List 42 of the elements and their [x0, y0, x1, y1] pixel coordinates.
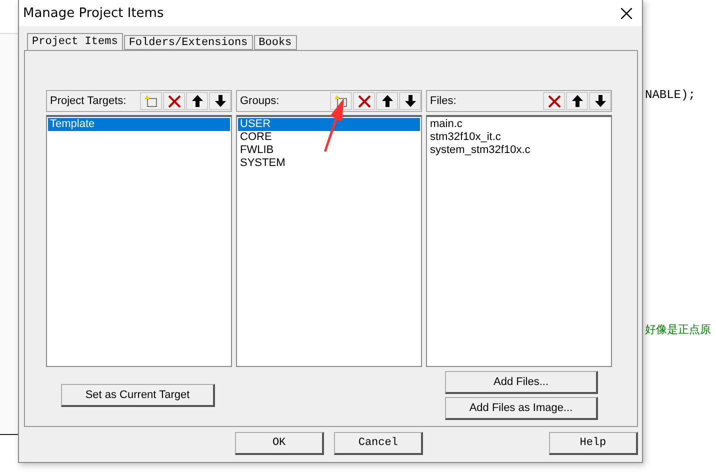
list-label: Groups:	[240, 95, 280, 107]
list-item[interactable]: system_stm32f10x.c	[428, 144, 610, 157]
up-arrow-icon	[192, 95, 202, 107]
close-icon[interactable]	[621, 8, 632, 18]
list-item[interactable]: CORE	[238, 131, 420, 144]
toolbar-button[interactable]	[566, 92, 588, 110]
add-files-button[interactable]: Add Files...	[445, 371, 598, 394]
list-item[interactable]: main.c	[428, 118, 610, 131]
ok-button[interactable]: OK	[235, 432, 324, 455]
delete-icon	[358, 94, 370, 108]
list-item[interactable]: stm32f10x_it.c	[428, 131, 610, 144]
tab[interactable]: Folders/Extensions	[124, 35, 253, 50]
list-item[interactable]: Template	[48, 118, 230, 131]
new-item-icon	[144, 95, 158, 107]
window-title: Manage Project Items	[23, 6, 164, 20]
toolbar-button[interactable]	[376, 92, 398, 110]
up-arrow-icon	[572, 95, 582, 107]
list-label: Project Targets:	[50, 95, 128, 107]
set-target-button[interactable]: Set as Current Target	[61, 384, 215, 407]
toolbar-button[interactable]	[186, 92, 208, 110]
list-item[interactable]: FWLIB	[238, 144, 420, 157]
tab[interactable]: Project Items	[27, 33, 123, 50]
toolbar-button[interactable]	[140, 92, 162, 110]
list-item[interactable]: USER	[238, 118, 420, 131]
toolbar-button[interactable]	[589, 92, 611, 110]
list-label: Files:	[430, 95, 458, 107]
up-arrow-icon	[382, 95, 392, 107]
toolbar-button[interactable]	[209, 92, 231, 110]
add-files-button[interactable]: Add Files as Image...	[445, 397, 598, 420]
list-item[interactable]: SYSTEM	[238, 157, 420, 170]
down-arrow-icon	[404, 95, 416, 107]
delete-icon	[168, 94, 180, 108]
cancel-button[interactable]: Cancel	[334, 432, 424, 455]
delete-icon	[548, 94, 560, 108]
help-button[interactable]: Help	[548, 432, 638, 455]
code-line: NABLE);	[645, 88, 696, 102]
code-comment: 好像是正点原	[645, 322, 712, 337]
tab[interactable]: Books	[254, 35, 297, 50]
new-item-icon	[334, 95, 348, 107]
down-arrow-icon	[594, 95, 606, 107]
down-arrow-icon	[214, 95, 226, 107]
toolbar-button[interactable]	[399, 92, 421, 110]
